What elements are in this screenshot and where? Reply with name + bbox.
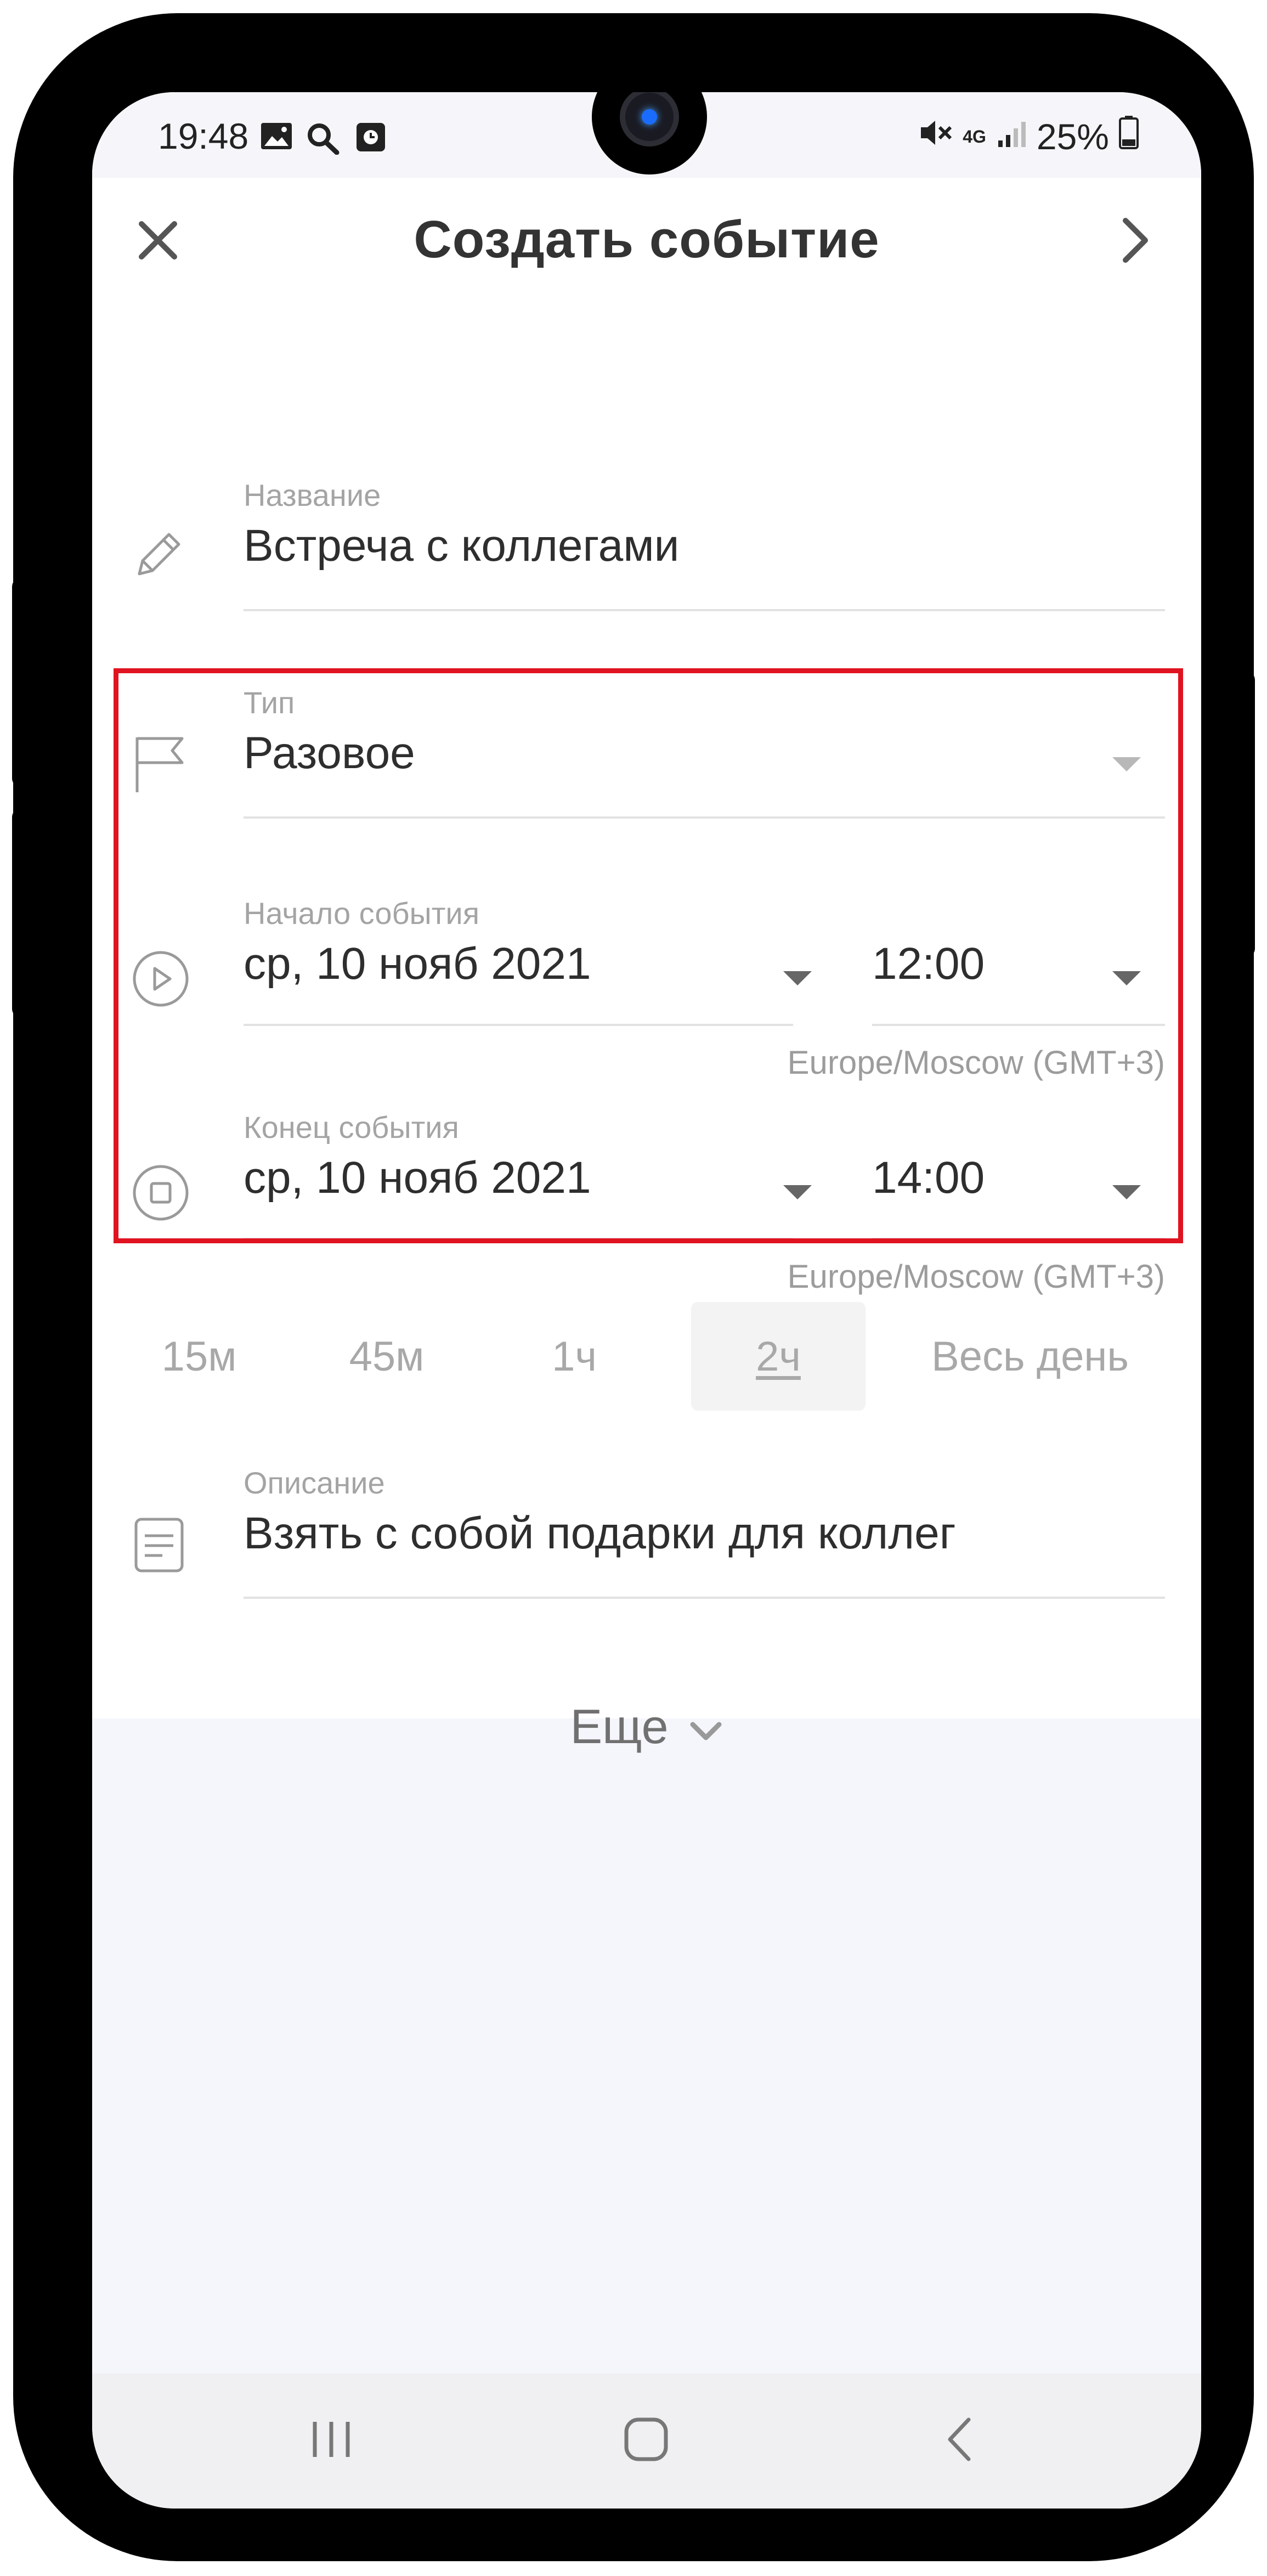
system-nav-bar <box>92 2374 1201 2509</box>
duration-chip-1h[interactable]: 1ч <box>513 1302 635 1411</box>
duration-chip-all-day[interactable]: Весь день <box>898 1302 1162 1411</box>
signal-icon <box>996 116 1027 157</box>
end-timezone[interactable]: Europe/Moscow (GMT+3) <box>787 1258 1165 1295</box>
duration-chip-45m[interactable]: 45м <box>326 1302 448 1411</box>
highlight-box <box>114 668 1183 1243</box>
description-input[interactable]: Взять с собой подарки для коллег <box>244 1508 956 1559</box>
side-key <box>1238 672 1255 957</box>
pencil-icon <box>132 527 186 584</box>
name-underline <box>244 609 1165 611</box>
duration-chip-15m[interactable]: 15м <box>138 1302 260 1411</box>
image-icon <box>260 122 293 153</box>
recent-apps-icon[interactable] <box>293 2401 370 2478</box>
more-button[interactable]: Еще <box>92 1699 1201 1755</box>
duration-chip-2h[interactable]: 2ч <box>691 1302 866 1411</box>
battery-percent: 25% <box>1036 116 1109 157</box>
network-type: 4G <box>963 126 986 146</box>
mute-icon <box>919 116 953 157</box>
page-title: Создать событие <box>414 210 880 269</box>
status-right: 4G 25% <box>919 115 1139 157</box>
duration-chips: 15м 45м 1ч 2ч Весь день <box>92 1302 1201 1411</box>
chevron-right-icon[interactable] <box>1106 211 1165 270</box>
alarm-icon <box>355 122 386 155</box>
home-icon[interactable] <box>608 2401 685 2478</box>
back-icon[interactable] <box>921 2401 998 2478</box>
note-icon <box>132 1516 186 1577</box>
phone-frame: 19:48 4G 25% Создать событие Название Вс… <box>12 13 1255 2561</box>
volume-button <box>12 809 29 1017</box>
screen: 19:48 4G 25% Создать событие Название Вс… <box>92 92 1201 2509</box>
battery-icon <box>1119 115 1139 157</box>
app-bar: Создать событие <box>92 178 1201 303</box>
status-time: 19:48 <box>158 116 249 156</box>
chevron-down-icon <box>688 1699 723 1755</box>
power-button <box>12 578 29 787</box>
name-input[interactable]: Встреча с коллегами <box>244 520 679 572</box>
name-label: Название <box>244 478 381 512</box>
description-underline <box>244 1597 1165 1599</box>
description-label: Описание <box>244 1465 385 1500</box>
more-label: Еще <box>570 1699 669 1754</box>
camera-dot <box>642 109 657 125</box>
search-icon <box>306 122 341 157</box>
camera-lens <box>620 92 679 146</box>
